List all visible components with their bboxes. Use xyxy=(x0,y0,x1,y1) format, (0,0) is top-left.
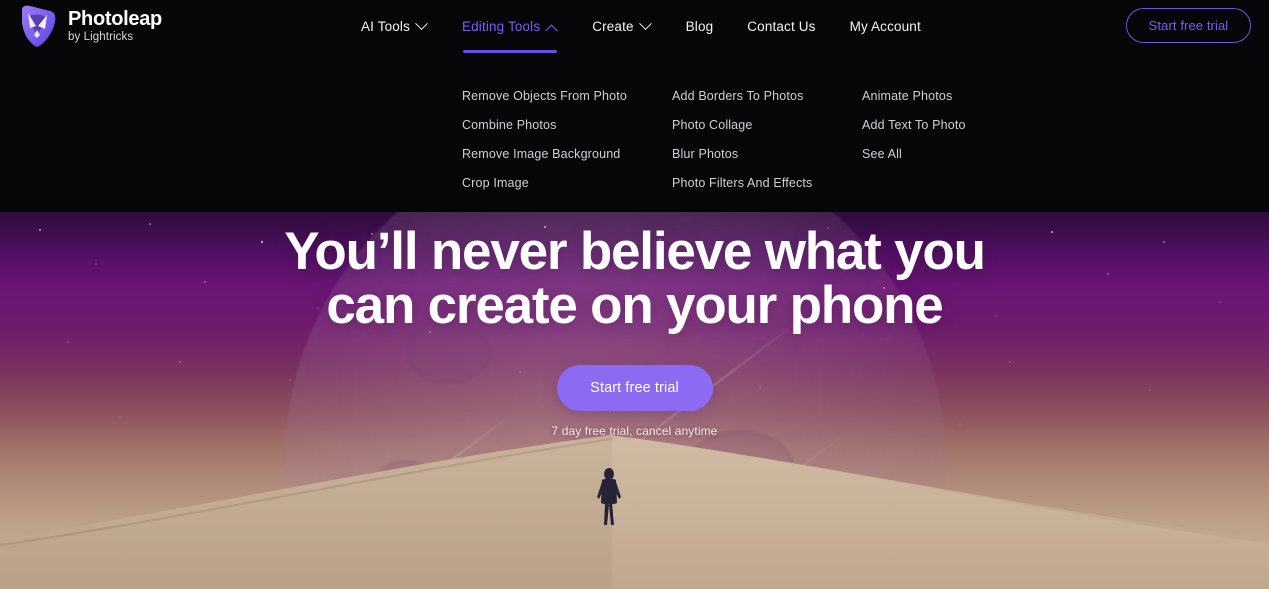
navbar: Photoleap by Lightricks AI Tools Editing… xyxy=(0,0,1269,53)
brand-name: Photoleap xyxy=(68,7,162,30)
nav-label: AI Tools xyxy=(361,19,410,34)
megamenu-column-1: Remove Objects From Photo Combine Photos… xyxy=(462,89,627,205)
site-header: Photoleap by Lightricks AI Tools Editing… xyxy=(0,0,1269,212)
nav-label: Contact Us xyxy=(747,19,816,34)
megamenu-item-photo-filters-and-effects[interactable]: Photo Filters And Effects xyxy=(672,176,812,190)
main-navigation: AI Tools Editing Tools Create Blog Conta… xyxy=(361,0,921,53)
nav-item-blog[interactable]: Blog xyxy=(686,0,714,53)
editing-tools-megamenu: Remove Objects From Photo Combine Photos… xyxy=(0,53,1269,212)
nav-item-ai-tools[interactable]: AI Tools xyxy=(361,0,428,53)
megamenu-item-combine-photos[interactable]: Combine Photos xyxy=(462,118,627,132)
megamenu-item-crop-image[interactable]: Crop Image xyxy=(462,176,627,190)
nav-item-editing-tools[interactable]: Editing Tools xyxy=(461,0,559,53)
brand-text: Photoleap by Lightricks xyxy=(68,9,162,44)
chevron-down-icon xyxy=(638,17,652,31)
brand-logo[interactable]: Photoleap by Lightricks xyxy=(16,4,162,48)
megamenu-item-remove-objects-from-photo[interactable]: Remove Objects From Photo xyxy=(462,89,627,103)
brand-tagline: by Lightricks xyxy=(68,30,134,43)
hero-headline-line-2: can create on your phone xyxy=(326,276,943,336)
walking-person-silhouette xyxy=(597,468,621,525)
photoleap-fox-logo-icon xyxy=(16,4,58,48)
nav-item-my-account[interactable]: My Account xyxy=(850,0,921,53)
hero-section: You’ll never believe what you can create… xyxy=(0,212,1269,589)
megamenu-item-photo-collage[interactable]: Photo Collage xyxy=(672,118,812,132)
hero-content: You’ll never believe what you can create… xyxy=(0,212,1269,438)
megamenu-item-add-borders-to-photos[interactable]: Add Borders To Photos xyxy=(672,89,812,103)
nav-label: My Account xyxy=(849,19,921,34)
hero-headline: You’ll never believe what you can create… xyxy=(0,222,1269,336)
megamenu-item-add-text-to-photo[interactable]: Add Text To Photo xyxy=(862,118,966,132)
hero-start-free-trial-button[interactable]: Start free trial xyxy=(556,365,713,412)
hero-headline-line-1: You’ll never believe what you xyxy=(284,222,986,281)
nav-item-create[interactable]: Create xyxy=(592,0,652,53)
chevron-down-icon xyxy=(415,17,428,31)
nav-label: Editing Tools xyxy=(461,19,541,34)
chevron-up-icon xyxy=(545,24,559,38)
megamenu-item-remove-image-background[interactable]: Remove Image Background xyxy=(462,147,627,161)
megamenu-column-3: Animate Photos Add Text To Photo See All xyxy=(862,89,966,176)
megamenu-item-animate-photos[interactable]: Animate Photos xyxy=(862,89,966,103)
nav-label: Blog xyxy=(685,19,714,34)
nav-label: Create xyxy=(592,19,634,34)
nav-item-contact-us[interactable]: Contact Us xyxy=(747,0,815,53)
megamenu-item-see-all[interactable]: See All xyxy=(862,147,966,161)
header-start-free-trial-button[interactable]: Start free trial xyxy=(1126,8,1251,43)
hero-cta-note: 7 day free trial, cancel anytime xyxy=(551,424,718,439)
megamenu-item-blur-photos[interactable]: Blur Photos xyxy=(672,147,812,161)
megamenu-column-2: Add Borders To Photos Photo Collage Blur… xyxy=(672,89,812,205)
